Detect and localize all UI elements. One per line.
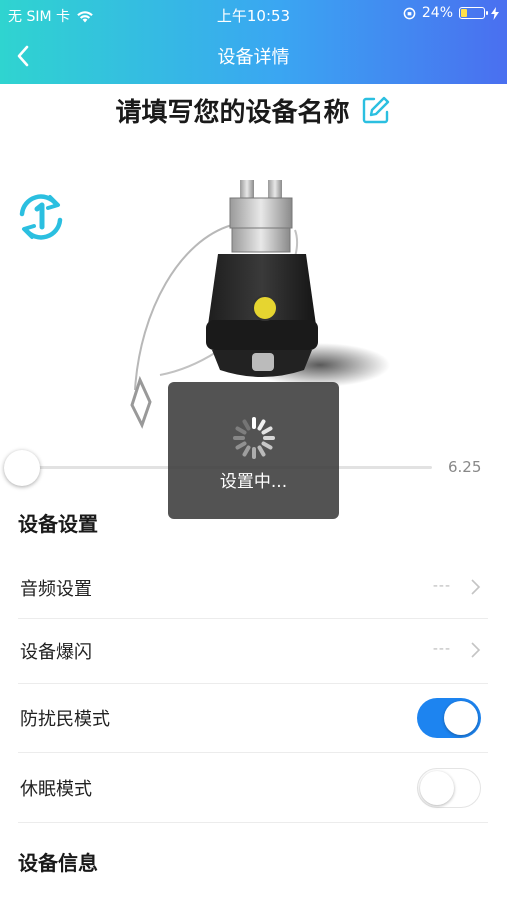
settings-section-title: 设备设置	[18, 512, 98, 536]
page-title: 设备详情	[217, 47, 290, 68]
device-name[interactable]: 请填写您的设备名称	[115, 92, 349, 129]
slider-value: 6.25	[448, 458, 482, 476]
nav-bar: 设备详情	[0, 28, 507, 84]
charging-icon	[491, 6, 499, 20]
do-not-disturb-toggle[interactable]	[417, 698, 481, 738]
sleep-mode-row: 休眠模式	[0, 756, 507, 820]
info-section-title: 设备信息	[18, 851, 98, 875]
edit-name-button[interactable]	[360, 94, 392, 126]
loading-overlay: 设置中...	[168, 382, 339, 519]
audio-settings-label: 音频设置	[20, 579, 92, 600]
battery-icon	[459, 7, 488, 19]
slider-thumb[interactable]	[4, 450, 40, 486]
rotate-one-icon	[19, 194, 63, 240]
device-flash-row[interactable]: 设备爆闪 ---	[0, 619, 507, 683]
sleep-mode-label: 休眠模式	[20, 779, 92, 800]
status-right: 24%	[403, 5, 499, 21]
edit-icon	[362, 96, 389, 124]
do-not-disturb-row: 防扰民模式	[0, 686, 507, 750]
chevron-right-icon	[471, 642, 481, 658]
audio-settings-row[interactable]: 音频设置 ---	[0, 556, 507, 620]
battery-percent: 24%	[421, 5, 453, 21]
do-not-disturb-label: 防扰民模式	[20, 709, 110, 730]
orientation-lock-icon	[403, 7, 416, 19]
chevron-right-icon	[471, 579, 481, 595]
sleep-mode-toggle[interactable]	[417, 768, 481, 808]
loading-spinner-icon	[233, 417, 275, 459]
device-flash-label: 设备爆闪	[20, 642, 92, 663]
rotate-button[interactable]	[14, 192, 68, 242]
divider	[18, 683, 488, 684]
app-header: 无 SIM 卡 上午10:53 24% 设备详情	[0, 0, 507, 84]
audio-settings-value: ---	[432, 578, 451, 594]
divider	[18, 822, 488, 823]
loading-text: 设置中...	[219, 472, 288, 492]
device-name-row: 请填写您的设备名称	[0, 90, 507, 130]
divider	[18, 752, 488, 753]
device-flash-value: ---	[432, 641, 451, 657]
status-bar: 无 SIM 卡 上午10:53 24%	[0, 0, 507, 28]
